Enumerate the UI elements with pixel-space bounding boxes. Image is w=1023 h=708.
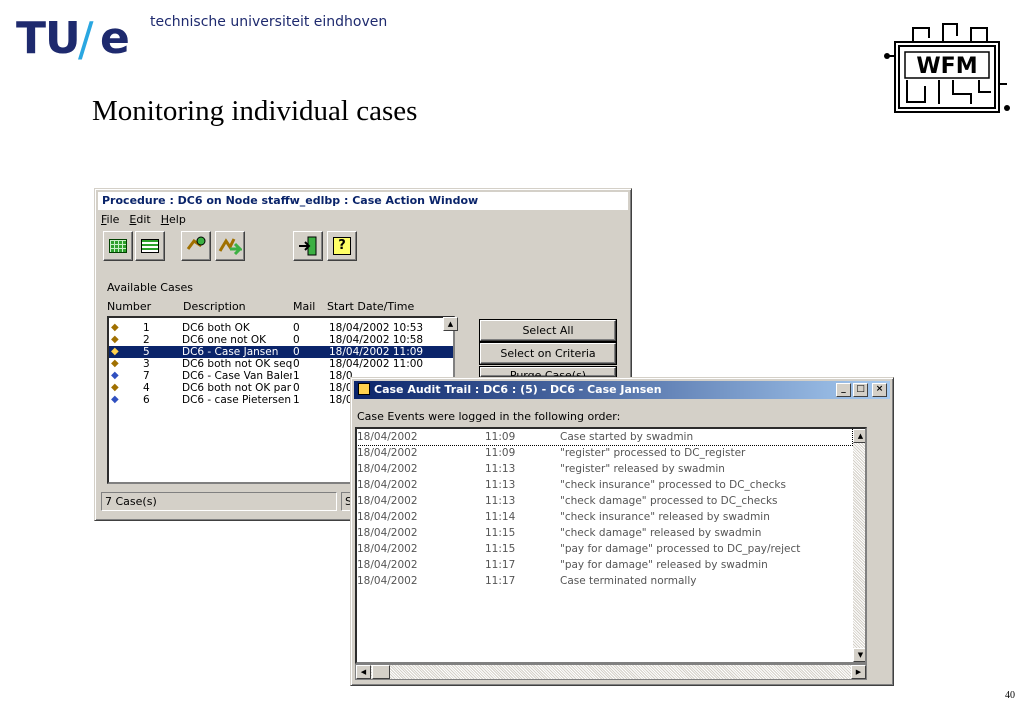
select-all-button[interactable]: Select All	[480, 320, 616, 341]
menu-help[interactable]: Help	[161, 213, 186, 229]
exit-button[interactable]	[293, 231, 323, 261]
logo-slash: /	[78, 12, 94, 66]
audit-window-title: Case Audit Trail : DC6 : (5) - DC6 - Cas…	[374, 383, 662, 396]
audit-event-list[interactable]: 18/04/2002 11:09 Case started by swadmin 1…	[355, 427, 867, 664]
audit-horizontal-scrollbar[interactable]: ◀ ▶	[355, 664, 867, 680]
grid-icon	[109, 239, 127, 253]
audit-vertical-scrollbar[interactable]: ▲ ▼	[853, 429, 865, 662]
window-controls: _ □ ×	[836, 383, 887, 397]
audit-window-icon	[358, 383, 370, 395]
available-cases-label: Available Cases	[107, 281, 193, 294]
case-audit-trail-window: Case Audit Trail : DC6 : (5) - DC6 - Cas…	[350, 377, 894, 686]
col-start-date[interactable]: Start Date/Time	[327, 300, 414, 313]
slide-title: Monitoring individual cases	[92, 95, 418, 127]
col-number[interactable]: Number	[107, 300, 151, 313]
menu-edit[interactable]: Edit	[129, 213, 150, 229]
logo-e: e	[100, 13, 130, 64]
event-row[interactable]: 18/04/2002 11:17 Case terminated normally	[357, 573, 852, 589]
case-icon: ◆	[111, 394, 119, 405]
grid-view-button[interactable]	[103, 231, 133, 261]
case-icon: ◆	[111, 382, 119, 393]
case-action-title[interactable]: Procedure : DC6 on Node staffw_edlbp : C…	[98, 192, 628, 210]
help-icon: ?	[333, 237, 351, 255]
menu-file[interactable]: File	[101, 213, 119, 229]
case-icon: ◆	[111, 334, 119, 345]
tue-logo: TU / e	[16, 14, 134, 66]
audit-heading: Case Events were logged in the following…	[357, 410, 621, 423]
purge-cases-button[interactable]: Purge Case(s)	[480, 367, 616, 377]
audit-title-bar[interactable]: Case Audit Trail : DC6 : (5) - DC6 - Cas…	[354, 381, 890, 399]
event-row[interactable]: 18/04/2002 11:17 "pay for damage" released…	[357, 557, 852, 573]
case-count-status: 7 Case(s)	[101, 492, 337, 511]
exit-icon	[299, 236, 317, 256]
event-row[interactable]: 18/04/2002 11:09 Case started by swadmin	[357, 429, 853, 446]
scroll-down-icon[interactable]: ▼	[853, 648, 865, 662]
scroll-left-icon[interactable]: ◀	[356, 665, 371, 679]
horizontal-scroll-thumb[interactable]	[372, 665, 390, 679]
case-row[interactable]: ◆ 1 DC6 both OK 0 18/04/2002 10:53	[109, 322, 453, 334]
case-icon: ◆	[111, 358, 119, 369]
case-row-selected[interactable]: ◆ 5 DC6 - Case Jansen 0 18/04/2002 11:09	[109, 346, 453, 358]
scroll-right-icon[interactable]: ▶	[851, 665, 866, 679]
case-icon: ◆	[111, 370, 119, 381]
minimize-button[interactable]: _	[836, 383, 851, 397]
wfm-logo-text: WFM	[916, 54, 977, 79]
col-mail[interactable]: Mail	[293, 300, 315, 313]
case-list-scroll-up[interactable]: ▲	[443, 317, 458, 331]
event-row[interactable]: 18/04/2002 11:14 "check insurance" release…	[357, 509, 852, 525]
list-view-button[interactable]	[135, 231, 165, 261]
case-icon: ◆	[111, 322, 119, 333]
university-name: technische universiteit eindhoven	[150, 14, 388, 30]
col-description[interactable]: Description	[183, 300, 246, 313]
list-icon	[141, 239, 159, 253]
help-button[interactable]: ?	[327, 231, 357, 261]
forward-case-button[interactable]	[215, 231, 245, 261]
case-row[interactable]: ◆ 3 DC6 both not OK seq 0 18/04/2002 11:00	[109, 358, 453, 370]
open-case-button[interactable]	[181, 231, 211, 261]
event-row[interactable]: 18/04/2002 11:13 "check insurance" process…	[357, 477, 852, 493]
scroll-up-icon[interactable]: ▲	[853, 429, 865, 443]
page-number: 40	[1005, 690, 1015, 701]
toolbar: ?	[103, 231, 623, 263]
forward-case-icon	[218, 238, 242, 256]
close-button[interactable]: ×	[872, 383, 887, 397]
event-row[interactable]: 18/04/2002 11:13 "check damage" processed …	[357, 493, 852, 509]
case-row[interactable]: ◆ 2 DC6 one not OK 0 18/04/2002 10:58	[109, 334, 453, 346]
event-row[interactable]: 18/04/2002 11:15 "check damage" released b…	[357, 525, 852, 541]
open-case-icon	[186, 236, 206, 250]
menu-bar: File Edit Help	[101, 213, 186, 229]
event-row[interactable]: 18/04/2002 11:13 "register" released by sw…	[357, 461, 852, 477]
wfm-logo: WFM	[884, 23, 1010, 113]
logo-tu: TU	[16, 13, 81, 64]
case-icon: ◆	[111, 346, 119, 357]
maximize-button[interactable]: □	[853, 383, 868, 397]
event-row[interactable]: 18/04/2002 11:09 "register" processed to D…	[357, 445, 852, 461]
event-row[interactable]: 18/04/2002 11:15 "pay for damage" processe…	[357, 541, 852, 557]
select-on-criteria-button[interactable]: Select on Criteria	[480, 343, 616, 364]
